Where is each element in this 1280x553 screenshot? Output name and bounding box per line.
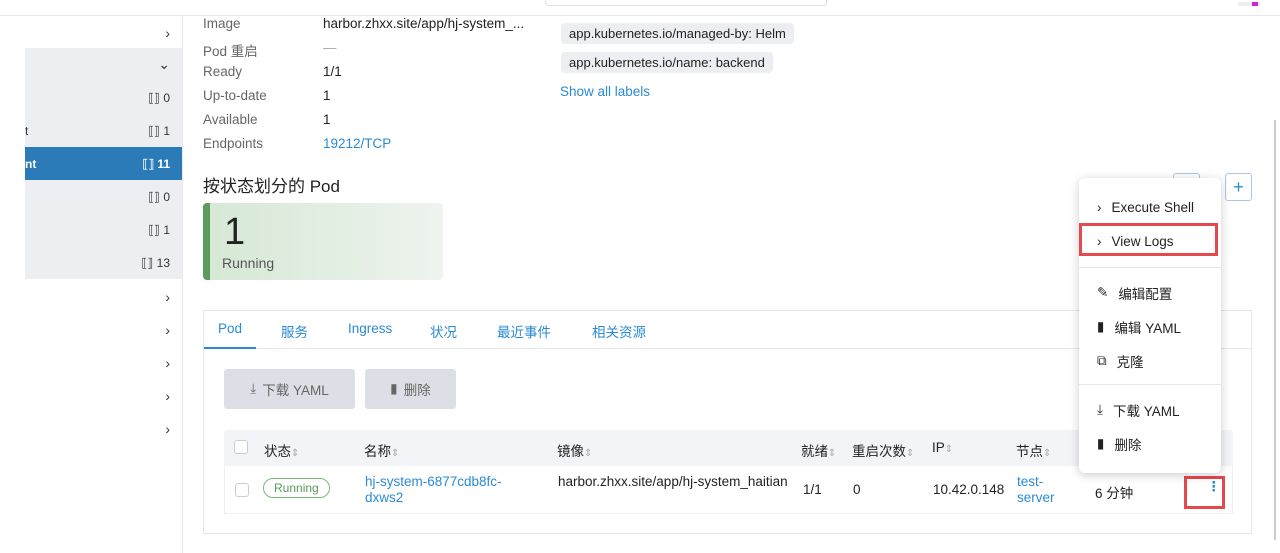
row-checkbox[interactable] [235, 483, 249, 497]
select-all-checkbox[interactable] [234, 440, 248, 454]
col-status[interactable]: 状态⇕ [264, 440, 299, 460]
add-button[interactable]: + [1225, 173, 1252, 201]
pod-age: 6 分钟 [1095, 482, 1133, 502]
resource-icon: ⟦⟧ [142, 157, 157, 171]
delete-button[interactable]: ▮删除 [365, 369, 456, 409]
download-icon: ⤓ [1097, 402, 1103, 418]
tab-conditions[interactable]: 状况 [430, 321, 457, 341]
scrollbar[interactable] [1274, 120, 1276, 540]
col-node[interactable]: 节点⇕ [1016, 440, 1051, 460]
menu-execute-shell[interactable]: ›Execute Shell [1097, 200, 1194, 215]
resource-icon: ⟦⟧ [148, 223, 163, 237]
sidebar-group-expanded[interactable]: ⌄ [25, 48, 182, 81]
status-badge: Running [263, 478, 330, 498]
download-icon: ⤓ [250, 381, 256, 397]
pod-name-link[interactable]: hj-system-6877cdb8fc-dxws2 [365, 474, 525, 506]
sidebar-item[interactable]: ⟦⟧ 1 [25, 213, 182, 246]
menu-download-yaml[interactable]: ⤓下载 YAML [1097, 400, 1179, 420]
menu-delete[interactable]: ▮删除 [1097, 434, 1141, 454]
chevron-right-icon: › [165, 421, 170, 437]
sidebar-group[interactable]: › [25, 412, 182, 445]
chevron-right-icon: › [165, 322, 170, 338]
trash-icon: ▮ [390, 381, 397, 397]
tab-services[interactable]: 服务 [281, 321, 308, 341]
sidebar: › ⌄ ⟦⟧ 0 t⟦⟧ 1 nt⟦⟧ 11 ⟦⟧ 0 ⟦⟧ 1 ⟦⟧ 13 ›… [25, 16, 183, 553]
file-icon: ▮ [1097, 319, 1104, 335]
highlight-kebab [1184, 476, 1225, 509]
pod-restarts: 0 [853, 482, 861, 497]
download-yaml-button[interactable]: ⤓下载 YAML [224, 369, 355, 409]
endpoint-link[interactable]: 19212/TCP [323, 136, 391, 151]
search-box[interactable] [545, 0, 827, 6]
sidebar-group[interactable]: › [25, 346, 182, 379]
sidebar-group[interactable]: › [25, 379, 182, 412]
sidebar-item-deployment[interactable]: nt⟦⟧ 11 [25, 147, 182, 180]
pods-by-status-title: 按状态划分的 Pod [203, 172, 340, 197]
highlight-view-logs [1079, 223, 1218, 256]
pod-ready: 1/1 [803, 482, 822, 497]
window-indicator [1238, 2, 1260, 6]
resource-icon: ⟦⟧ [148, 190, 163, 204]
col-name[interactable]: 名称⇕ [364, 440, 399, 460]
resource-icon: ⟦⟧ [141, 256, 156, 270]
chevron-right-icon: › [165, 388, 170, 404]
node-link[interactable]: test-server [1017, 474, 1067, 506]
col-image[interactable]: 镜像⇕ [557, 440, 592, 460]
col-ip[interactable]: IP⇕ [932, 440, 953, 455]
sidebar-item[interactable]: ⟦⟧ 13 [25, 246, 182, 279]
chevron-right-icon: › [165, 289, 170, 305]
sidebar-item[interactable]: t⟦⟧ 1 [25, 114, 182, 147]
tab-related-resources[interactable]: 相关资源 [592, 321, 646, 341]
copy-icon: ⧉ [1097, 353, 1107, 369]
chevron-right-icon: › [1097, 200, 1102, 215]
col-restarts[interactable]: 重启次数⇕ [852, 440, 914, 460]
pod-ip: 10.42.0.148 [933, 482, 1004, 497]
label-tag: app.kubernetes.io/name: backend [561, 52, 773, 73]
menu-edit-config[interactable]: ✎编辑配置 [1097, 283, 1172, 303]
table-row: Running hj-system-6877cdb8fc-dxws2 harbo… [224, 466, 1233, 514]
tab-pod[interactable]: Pod [204, 321, 256, 349]
pod-status-card[interactable]: 1 Running [203, 203, 443, 280]
chevron-right-icon: › [165, 355, 170, 371]
resource-icon: ⟦⟧ [148, 124, 163, 138]
resource-icon: ⟦⟧ [148, 91, 163, 105]
menu-clone[interactable]: ⧉克隆 [1097, 351, 1144, 371]
pencil-icon: ✎ [1097, 285, 1108, 301]
plus-icon: + [1225, 173, 1252, 201]
sidebar-group[interactable]: › [25, 313, 182, 346]
chevron-down-icon: ⌄ [158, 56, 170, 73]
pod-image: harbor.zhxx.site/app/hj-system_haitian [558, 474, 793, 490]
tab-recent-events[interactable]: 最近事件 [497, 321, 551, 341]
show-all-labels-link[interactable]: Show all labels [560, 84, 650, 99]
tab-ingress[interactable]: Ingress [348, 321, 392, 336]
menu-edit-yaml[interactable]: ▮编辑 YAML [1097, 317, 1181, 337]
sidebar-item[interactable]: ⟦⟧ 0 [25, 180, 182, 213]
label-tag: app.kubernetes.io/managed-by: Helm [561, 23, 794, 44]
chevron-right-icon: › [165, 25, 170, 41]
sidebar-group[interactable]: › [25, 280, 182, 313]
trash-icon: ▮ [1097, 436, 1104, 452]
sidebar-group[interactable]: › [25, 16, 182, 49]
sidebar-item[interactable]: ⟦⟧ 0 [25, 81, 182, 114]
col-ready[interactable]: 就绪⇕ [801, 440, 836, 460]
